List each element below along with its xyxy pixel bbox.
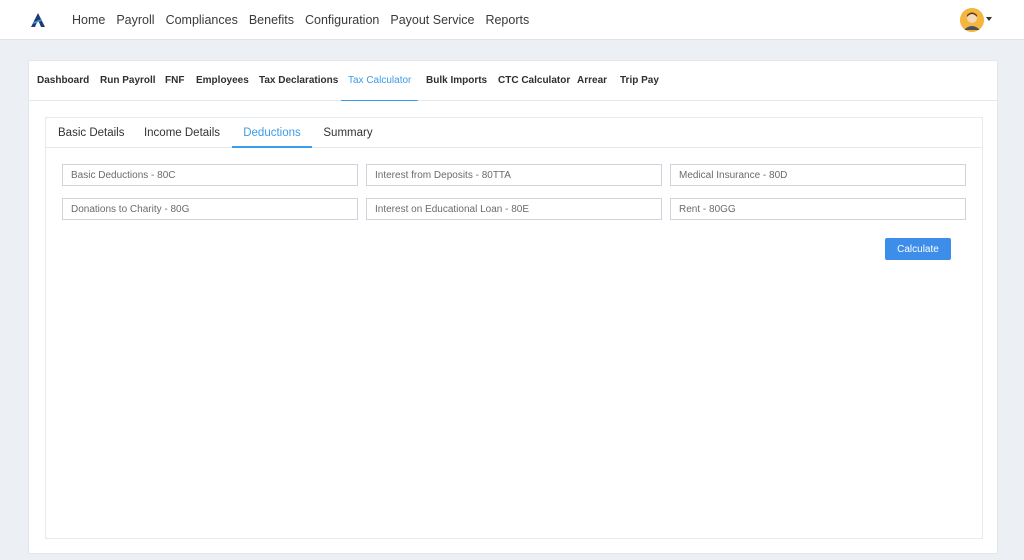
tab-income-details[interactable]: Income Details <box>143 118 221 148</box>
top-nav-payroll[interactable]: Payroll <box>116 13 154 27</box>
top-nav-home[interactable]: Home <box>72 13 105 27</box>
sub-nav-tax-calculator[interactable]: Tax Calculator <box>341 61 419 101</box>
sub-nav-fnf[interactable]: FNF <box>165 61 184 101</box>
sub-nav: Dashboard Run Payroll FNF Employees Tax … <box>29 61 997 101</box>
tab-deductions[interactable]: Deductions <box>232 118 312 148</box>
top-nav-compliances[interactable]: Compliances <box>166 13 238 27</box>
user-avatar-icon <box>960 8 984 32</box>
sub-nav-trip-pay[interactable]: Trip Pay <box>620 61 659 101</box>
medical-insurance-80d-input[interactable] <box>670 164 966 186</box>
company-logo-icon[interactable] <box>30 12 46 28</box>
chevron-down-icon[interactable] <box>986 17 992 21</box>
top-nav-configuration[interactable]: Configuration <box>305 13 379 27</box>
top-nav-reports[interactable]: Reports <box>485 13 529 27</box>
tax-calculator-tabs: Basic Details Income Details Deductions … <box>46 118 982 148</box>
user-avatar[interactable] <box>960 8 984 32</box>
interest-deposits-80tta-input[interactable] <box>366 164 662 186</box>
sub-nav-run-payroll[interactable]: Run Payroll <box>100 61 156 101</box>
donations-charity-80g-input[interactable] <box>62 198 358 220</box>
top-nav: Home Payroll Compliances Benefits Config… <box>72 0 540 40</box>
tab-basic-details[interactable]: Basic Details <box>58 118 124 148</box>
rent-80gg-input[interactable] <box>670 198 966 220</box>
sub-nav-tax-declarations[interactable]: Tax Declarations <box>259 61 338 101</box>
sub-nav-arrear[interactable]: Arrear <box>577 61 607 101</box>
sub-nav-bulk-imports[interactable]: Bulk Imports <box>426 61 487 101</box>
sub-nav-ctc-calculator[interactable]: CTC Calculator <box>498 61 570 101</box>
top-bar: Home Payroll Compliances Benefits Config… <box>0 0 1024 40</box>
calculate-button[interactable]: Calculate <box>885 238 951 260</box>
tab-summary[interactable]: Summary <box>322 118 374 148</box>
top-nav-benefits[interactable]: Benefits <box>249 13 294 27</box>
main-card: Dashboard Run Payroll FNF Employees Tax … <box>28 60 998 554</box>
top-nav-payout-service[interactable]: Payout Service <box>390 13 474 27</box>
sub-nav-employees[interactable]: Employees <box>196 61 249 101</box>
sub-nav-dashboard[interactable]: Dashboard <box>37 61 89 101</box>
interest-edu-loan-80e-input[interactable] <box>366 198 662 220</box>
basic-deductions-80c-input[interactable] <box>62 164 358 186</box>
tax-calculator-panel: Basic Details Income Details Deductions … <box>45 117 983 539</box>
